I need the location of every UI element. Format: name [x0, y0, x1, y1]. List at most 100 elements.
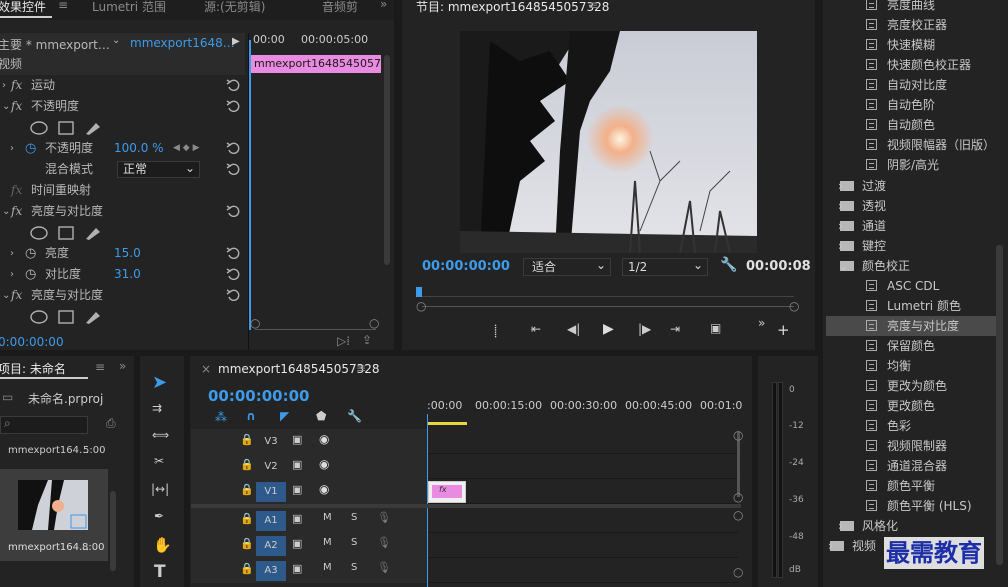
reset-icon[interactable]	[226, 246, 240, 259]
work-area-bar[interactable]	[427, 422, 467, 425]
zoom-handle-left[interactable]: ○	[416, 299, 426, 313]
stopwatch-icon[interactable]: ◷	[25, 264, 36, 285]
playhead-timecode[interactable]: 00:00:00:00	[422, 259, 510, 274]
mute-button[interactable]: M	[323, 562, 332, 573]
solo-button[interactable]: S	[351, 537, 357, 548]
track-label-a1[interactable]: A1	[256, 511, 286, 531]
panel-overflow-icon[interactable]: »	[380, 0, 387, 11]
reset-icon[interactable]	[226, 288, 240, 301]
effect-item[interactable]: ASC CDL	[866, 276, 1008, 296]
voiceover-icon[interactable]: ▣	[292, 537, 302, 550]
linked-selection-icon[interactable]: ∩	[246, 409, 256, 423]
track-lane-v3[interactable]	[428, 429, 738, 454]
mute-button[interactable]: M	[323, 512, 332, 523]
pen-tool-icon[interactable]: ✒	[154, 509, 164, 523]
track-label-v2[interactable]: V2	[256, 457, 286, 477]
video-audio-divider[interactable]	[191, 504, 741, 508]
timeline-ruler[interactable]: :00:00 00:00:15:00 00:00:30:00 00:00:45:…	[427, 396, 742, 429]
bc-effect-row-2[interactable]: ⌄ fx 亮度与对比度	[0, 285, 245, 306]
razor-tool-icon[interactable]: ✂	[154, 454, 164, 468]
marker-icon[interactable]: ⬟	[316, 409, 326, 423]
ellipse-mask-icon[interactable]	[30, 226, 48, 240]
track-lane-v2[interactable]	[428, 454, 738, 479]
clip-name-label[interactable]: mmexport1648…	[130, 36, 235, 50]
brightness-value[interactable]: 15.0	[114, 243, 141, 264]
tab-audio-mixer[interactable]: 音频剪	[322, 0, 358, 15]
tab-lumetri-scopes[interactable]: Lumetri 范围	[92, 0, 166, 15]
tab-effect-controls[interactable]: 效果控件	[0, 0, 46, 15]
track-label-a2[interactable]: A2	[256, 536, 286, 556]
stylize-folder[interactable]: › 风格化	[826, 516, 898, 536]
effect-item[interactable]: 自动对比度	[866, 75, 1008, 95]
effect-item[interactable]: 阴影/高光	[866, 155, 1008, 175]
program-title[interactable]: 节目: mmexport1648545057328	[416, 0, 609, 15]
ec-timecode[interactable]: 0:00:00:00	[0, 335, 64, 349]
effect-item[interactable]: 颜色平衡 (HLS)	[866, 496, 1008, 516]
effect-item[interactable]: 通道混合器	[866, 456, 1008, 476]
effect-item[interactable]: 视频限制器	[866, 436, 1008, 456]
tab-source[interactable]: 源:(无剪辑)	[204, 0, 265, 15]
add-marker-icon[interactable]: ◤	[280, 409, 289, 423]
track-lane-a1[interactable]	[428, 508, 738, 533]
effect-item[interactable]: 更改颜色	[866, 396, 1008, 416]
keyframe-nav-icon[interactable]: ◀ ◆ ▶	[173, 138, 200, 159]
slip-tool-icon[interactable]: |↔|	[151, 482, 169, 496]
collapse-toggle[interactable]: ⌄	[2, 96, 10, 117]
time-remap-row[interactable]: fx 时间重映射	[0, 180, 245, 201]
expand-toggle[interactable]: ›	[10, 243, 14, 264]
microphone-icon[interactable]: 🎙	[377, 536, 391, 549]
opacity-value[interactable]: 100.0 %	[114, 138, 164, 159]
effect-item[interactable]: 均衡	[866, 356, 1008, 376]
expand-toggle[interactable]: ›	[10, 264, 14, 285]
effect-item[interactable]: 亮度曲线	[866, 0, 1008, 15]
eye-icon[interactable]: ◉	[319, 432, 329, 446]
video-folder[interactable]: › 视频	[826, 536, 876, 556]
lock-icon[interactable]: 🔒	[240, 458, 254, 471]
solo-button[interactable]: S	[351, 562, 357, 573]
timeline-settings-icon[interactable]: 🔧	[347, 409, 362, 423]
blend-mode-select[interactable]: 正常 ⌄	[117, 161, 200, 178]
type-tool-icon[interactable]: T	[154, 562, 166, 582]
play-clip-icon[interactable]: ▶	[232, 36, 240, 47]
track-select-tool-icon[interactable]: ⇉	[152, 401, 162, 415]
collapse-toggle[interactable]: ⌄	[2, 201, 10, 222]
panel-overflow-icon[interactable]: »	[119, 359, 126, 373]
lock-icon[interactable]: 🔒	[240, 512, 254, 525]
snap-icon[interactable]: ⁂	[215, 410, 227, 424]
pen-mask-icon[interactable]	[86, 228, 100, 240]
reset-icon[interactable]	[226, 99, 240, 112]
reset-icon[interactable]	[226, 204, 240, 217]
effect-item[interactable]: 更改为颜色	[866, 376, 1008, 396]
zoom-handle-left[interactable]: ○	[250, 316, 260, 330]
effect-item[interactable]: 自动色阶	[866, 95, 1008, 115]
opacity-row[interactable]: ⌄ fx 不透明度	[0, 96, 245, 117]
program-zoom-bar[interactable]	[422, 306, 794, 307]
mini-scrollbar[interactable]	[384, 55, 390, 265]
tab-menu-icon[interactable]: ≡	[58, 0, 68, 12]
more-controls-icon[interactable]: »	[758, 316, 765, 330]
effect-item[interactable]: 保留颜色	[866, 336, 1008, 356]
reset-icon[interactable]	[226, 141, 240, 154]
expand-toggle[interactable]: ›	[2, 75, 6, 96]
timeline-timecode[interactable]: 00:00:00:00	[208, 387, 310, 405]
mini-playhead[interactable]	[249, 40, 251, 330]
effect-item[interactable]: 视频限幅器（旧版）	[866, 135, 1008, 155]
zoom-handle[interactable]: ○	[733, 508, 743, 522]
lock-icon[interactable]: 🔒	[240, 433, 254, 446]
microphone-icon[interactable]: 🎙	[377, 511, 391, 524]
rectangle-mask-icon[interactable]	[58, 121, 74, 135]
step-forward-icon[interactable]: |▶	[638, 322, 651, 336]
opacity-prop-row[interactable]: › ◷ 不透明度 100.0 % ◀ ◆ ▶	[0, 138, 245, 159]
contrast-value[interactable]: 31.0	[114, 264, 141, 285]
sync-lock-icon[interactable]: ▣	[292, 458, 302, 471]
wrench-icon[interactable]: 🔧	[720, 257, 737, 273]
contrast-row[interactable]: › ◷ 对比度 31.0	[0, 264, 245, 285]
zoom-handle-right[interactable]: ○	[369, 316, 379, 330]
lock-icon[interactable]: 🔒	[240, 537, 254, 550]
effect-item[interactable]: 亮度校正器	[866, 15, 1008, 35]
pen-mask-icon[interactable]	[86, 123, 100, 135]
effect-item[interactable]: 自动颜色	[866, 115, 1008, 135]
quality-select[interactable]: 1/2 ⌄	[622, 258, 708, 276]
program-ruler[interactable]	[422, 296, 794, 297]
clip-dropdown-arrow[interactable]: ⌄	[112, 35, 120, 46]
